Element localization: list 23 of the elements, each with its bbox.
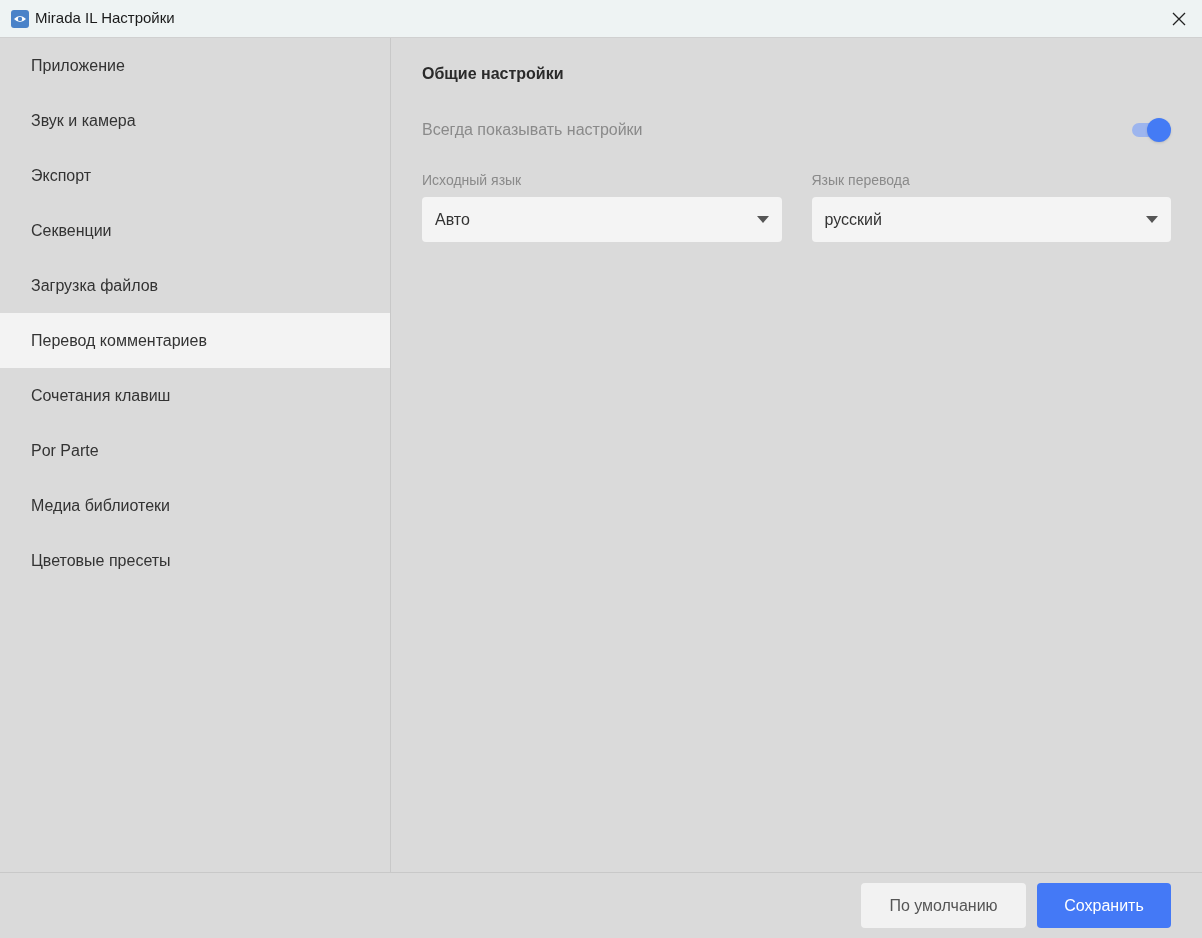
- section-heading: Общие настройки: [422, 64, 565, 84]
- sidebar-item[interactable]: Перевод комментариев: [0, 313, 390, 368]
- sidebar-item[interactable]: Экспорт: [0, 148, 390, 203]
- language-dropdown[interactable]: Авто: [422, 197, 782, 242]
- field-label: Язык перевода: [811, 171, 911, 190]
- sidebar-item[interactable]: Приложение: [0, 38, 390, 93]
- default-button[interactable]: По умолчанию: [861, 883, 1026, 928]
- sidebar-item[interactable]: Медиа библиотеки: [0, 478, 390, 533]
- sidebar-item[interactable]: Загрузка файлов: [0, 258, 390, 313]
- sidebar-item[interactable]: Секвенции: [0, 203, 390, 258]
- close-icon: [1172, 11, 1186, 26]
- toggle-label: Всегда показывать настройки: [422, 120, 643, 140]
- sidebar-item[interactable]: Сочетания клавиш: [0, 368, 390, 423]
- sidebar-item[interactable]: Звук и камера: [0, 93, 390, 148]
- window-title: Mirada IL Настройки: [35, 8, 175, 29]
- app-logo-icon: [11, 9, 29, 28]
- sidebar-item[interactable]: Por Parte: [0, 423, 390, 478]
- caret-icon: [756, 216, 769, 223]
- caret-icon: [1146, 216, 1158, 223]
- save-button[interactable]: Сохранить: [1037, 883, 1171, 928]
- language-dropdown[interactable]: русский: [811, 197, 1171, 242]
- sidebar-item[interactable]: Цветовые пресеты: [0, 533, 390, 588]
- field-label: Исходный язык: [422, 171, 523, 190]
